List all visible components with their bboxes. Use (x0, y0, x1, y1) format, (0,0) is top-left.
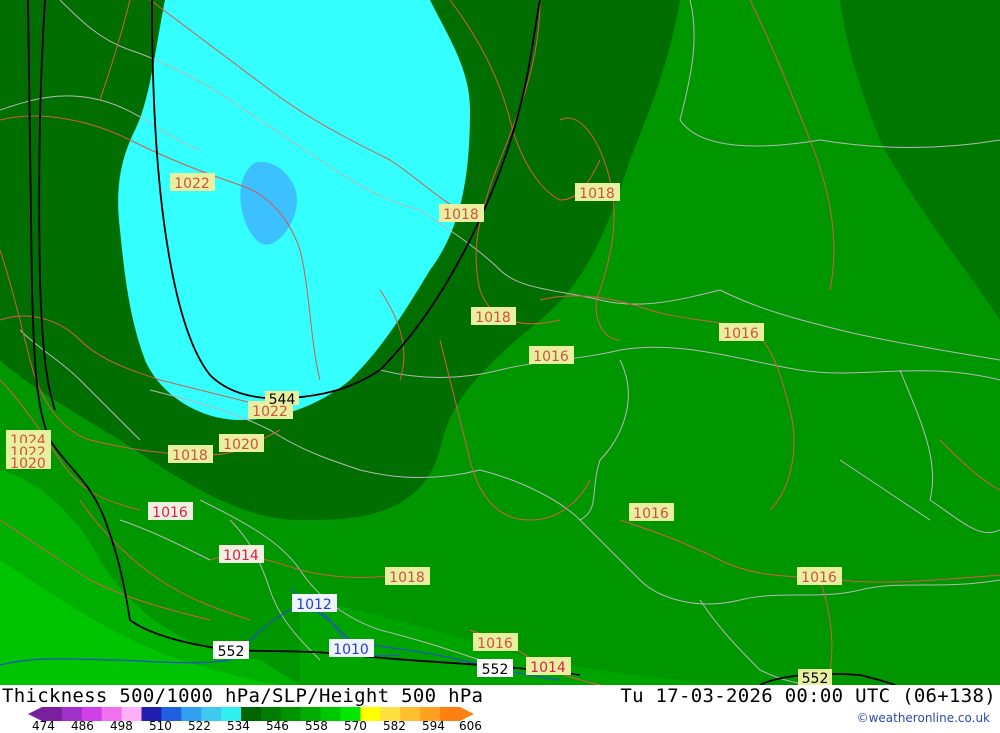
legend-tick: 606 (459, 719, 482, 733)
isobar-label: 1018 (389, 570, 425, 586)
isobar-label: 1014 (223, 548, 259, 564)
valid-time: Tu 17-03-2026 00:00 UTC (06+138) (620, 685, 996, 707)
isobar-label: 1018 (172, 448, 208, 464)
height-label: 552 (802, 671, 829, 685)
legend-tick: 510 (149, 719, 172, 733)
legend-tick: 570 (344, 719, 367, 733)
isobar-label: 1018 (475, 310, 511, 326)
height-label: 552 (482, 662, 509, 678)
isobar-label: 1020 (223, 437, 259, 453)
isobar-label: 1016 (633, 506, 669, 522)
height-label: 552 (218, 644, 245, 660)
legend-tick: 558 (305, 719, 328, 733)
isobar-label: 1018 (443, 207, 479, 223)
isobar-label: 1016 (801, 570, 837, 586)
isobar-label: 1022 (174, 176, 210, 192)
isobar-label: 1016 (152, 505, 188, 521)
legend-tick: 534 (227, 719, 250, 733)
isobar-label-low: 1010 (333, 642, 369, 658)
legend-ticks: 474 486 498 510 522 534 546 558 570 582 … (28, 719, 508, 733)
legend-tick: 498 (110, 719, 133, 733)
isobar-label: 1020 (10, 456, 46, 472)
color-legend (28, 706, 478, 721)
legend-tick: 486 (71, 719, 94, 733)
footer: Thickness 500/1000 hPa/SLP/Height 500 hP… (0, 685, 1000, 733)
legend-tick: 546 (266, 719, 289, 733)
isobar-label: 1014 (530, 660, 566, 676)
legend-tick: 594 (422, 719, 445, 733)
isobar-label: 1016 (533, 349, 569, 365)
isobar-label: 1018 (579, 186, 615, 202)
legend-tick: 522 (188, 719, 211, 733)
isobar-label: 1016 (723, 326, 759, 342)
credit-link[interactable]: ©weatheronline.co.uk (857, 711, 990, 725)
weather-map: 1022 1018 1018 1018 1016 1016 1022 1020 … (0, 0, 1000, 685)
height-label: 544 (269, 392, 296, 408)
legend-tick: 582 (383, 719, 406, 733)
map-title: Thickness 500/1000 hPa/SLP/Height 500 hP… (2, 685, 484, 707)
isobar-label: 1016 (477, 636, 513, 652)
legend-tick: 474 (32, 719, 55, 733)
isobar-label-low: 1012 (296, 597, 332, 613)
